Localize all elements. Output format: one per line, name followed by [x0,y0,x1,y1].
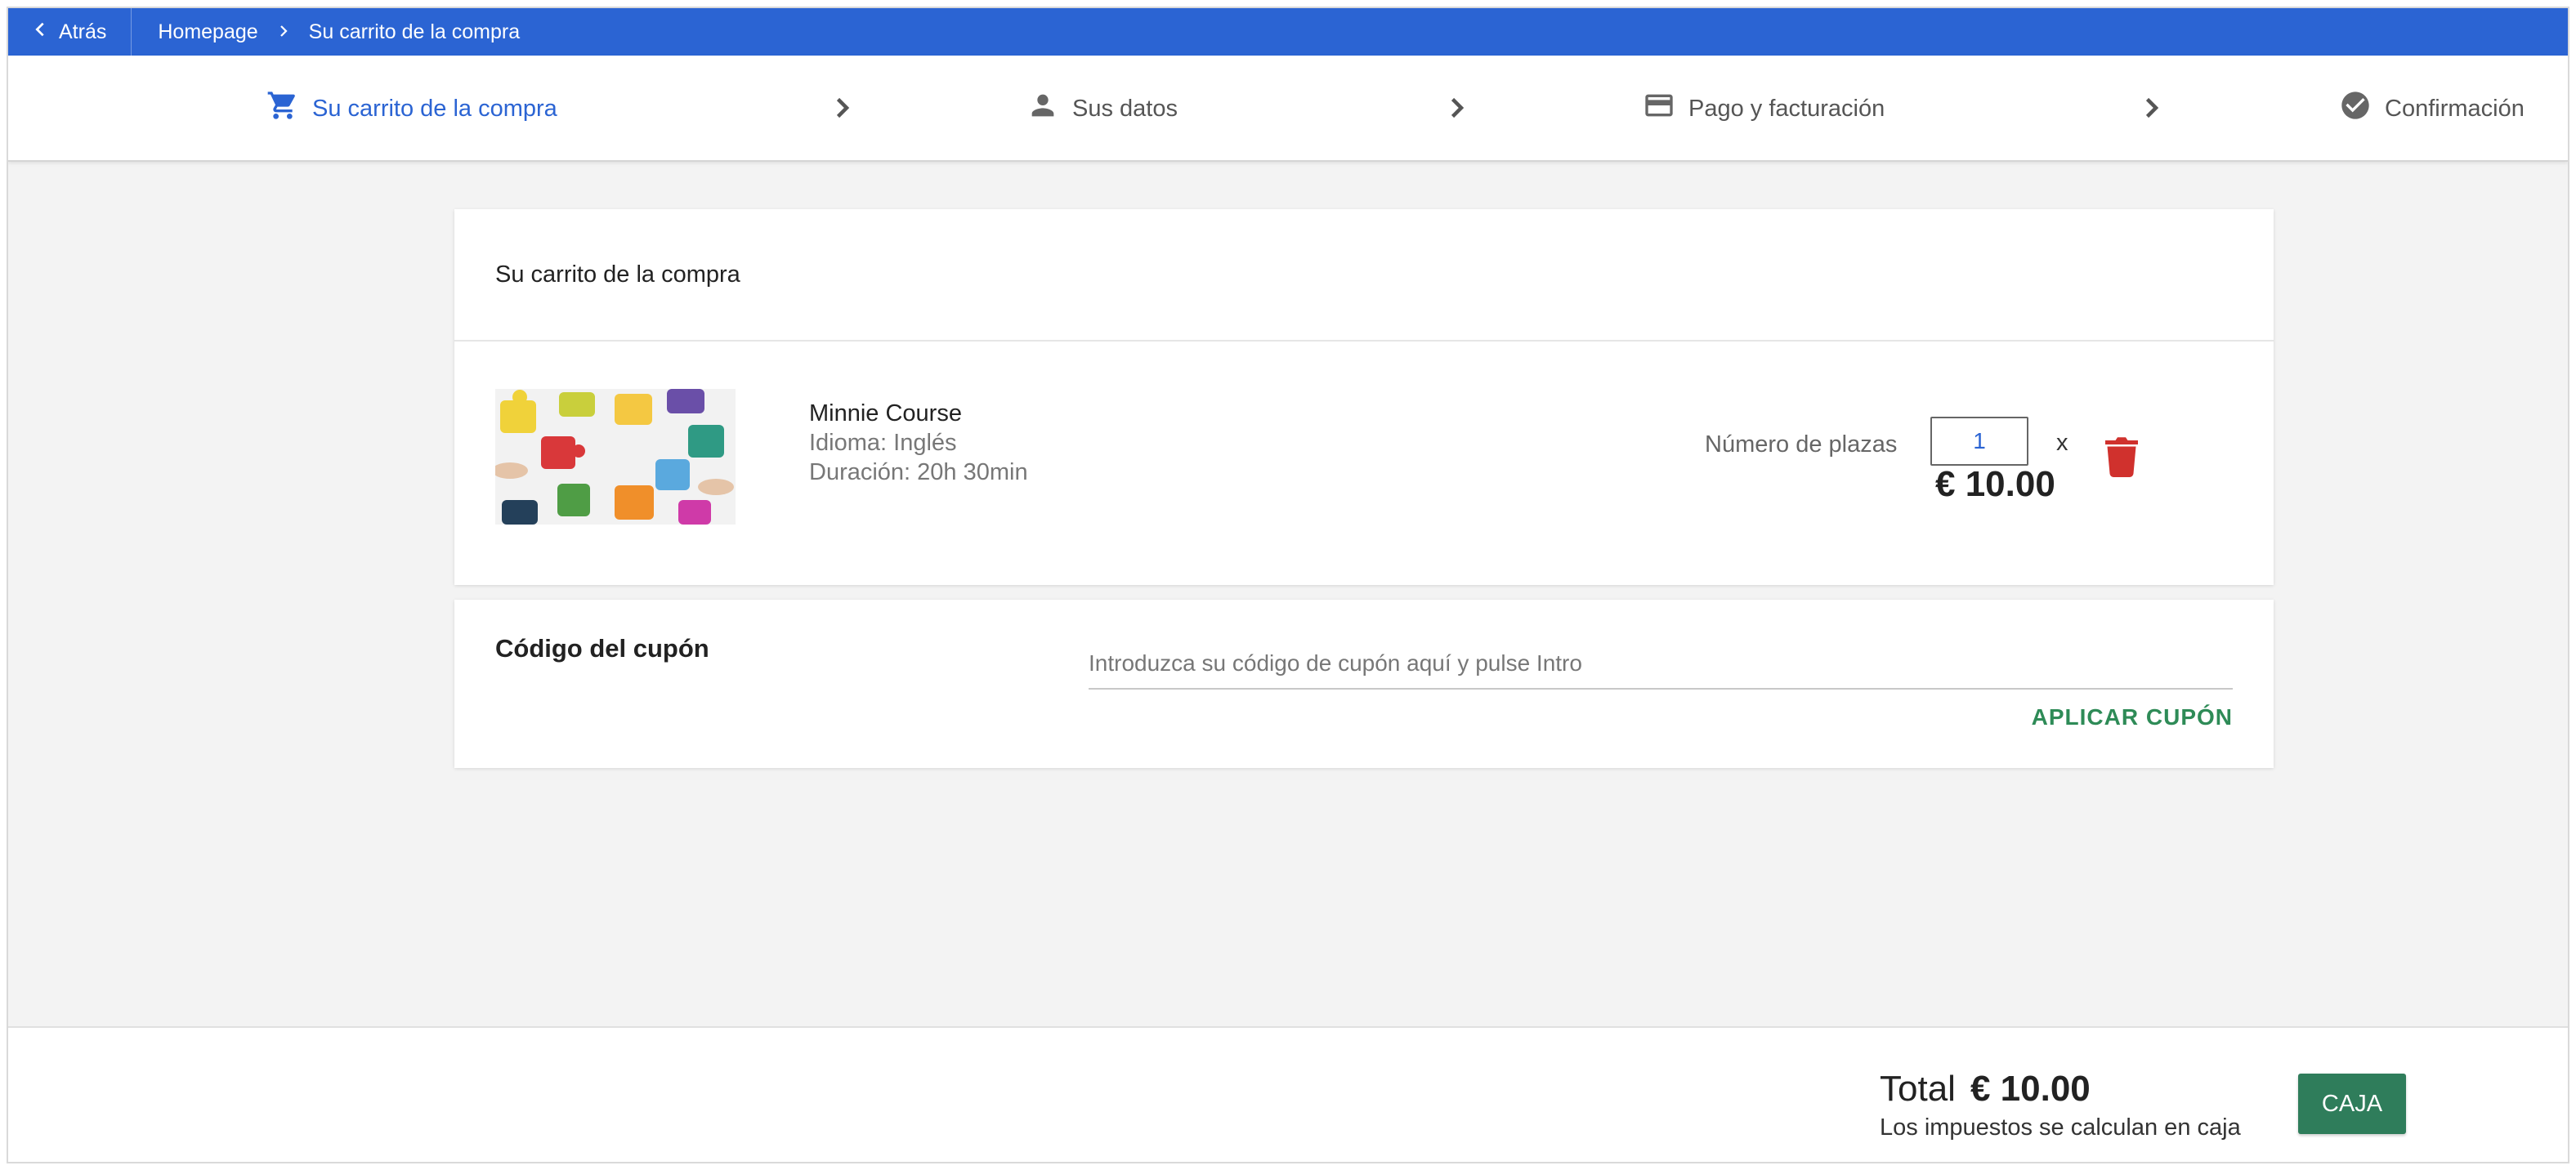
course-info: Minnie Course Idioma: Inglés Duración: 2… [809,399,1028,487]
cart-icon [266,89,299,128]
course-duration: Duración: 20h 30min [809,459,1028,485]
course-title: Minnie Course [809,400,962,426]
chevron-right-icon [276,20,291,44]
total-label: Total [1880,1069,1956,1109]
step-confirmation[interactable]: Confirmación [2339,56,2525,162]
checkout-stepper: Su carrito de la compra Sus datos Pago y… [8,56,2568,162]
step-label: Su carrito de la compra [312,95,557,122]
trash-icon [2105,437,2138,480]
top-bar: Atrás Homepage Su carrito de la compra [8,8,2568,56]
total-value: € 10.00 [1970,1069,2091,1109]
tax-note: Los impuestos se calculan en caja [1880,1114,2241,1141]
app-window: Atrás Homepage Su carrito de la compra S… [7,7,2569,1163]
breadcrumb: Homepage Su carrito de la compra [132,20,520,44]
step-payment[interactable]: Pago y facturación [1643,56,1885,162]
checkout-footer: Total € 10.00 Los impuestos se calculan … [8,1026,2568,1162]
course-language: Idioma: Inglés [809,430,957,456]
back-button[interactable]: Atrás [8,8,132,56]
cart-card: Su carrito de la compra Minnie Course Id… [454,209,2274,585]
credit-card-icon [1643,89,1675,128]
coupon-card: Código del cupón APLICAR CUPÓN [454,600,2274,768]
coupon-title: Código del cupón [495,634,709,663]
person-icon [1026,89,1059,128]
breadcrumb-homepage[interactable]: Homepage [158,20,257,44]
seats-quantity-input[interactable] [1930,417,2028,466]
course-image [495,389,736,525]
step-cart[interactable]: Su carrito de la compra [266,56,557,162]
item-price: € 10.00 [1935,464,2055,504]
checkout-button[interactable]: CAJA [2298,1074,2406,1134]
chevron-right-icon [2136,93,2166,123]
step-label: Confirmación [2385,95,2525,122]
seats-label: Número de plazas [1705,431,1898,458]
step-label: Pago y facturación [1688,95,1885,122]
cart-heading: Su carrito de la compra [454,209,2274,342]
chevron-right-icon [1442,93,1471,123]
total-line: Total € 10.00 [1880,1069,2091,1110]
coupon-code-input[interactable] [1089,639,2233,690]
step-personal-data[interactable]: Sus datos [1026,56,1178,162]
apply-coupon-button[interactable]: APLICAR CUPÓN [2032,704,2233,730]
puzzle-pieces-image [495,389,736,525]
breadcrumb-current: Su carrito de la compra [308,20,521,43]
delete-item-button[interactable] [2105,436,2138,477]
multiply-sign: x [2056,430,2068,456]
check-circle-icon [2339,89,2372,128]
chevron-right-icon [827,93,856,123]
back-label: Atrás [59,20,107,43]
step-label: Sus datos [1072,95,1178,122]
chevron-left-icon [31,20,49,44]
